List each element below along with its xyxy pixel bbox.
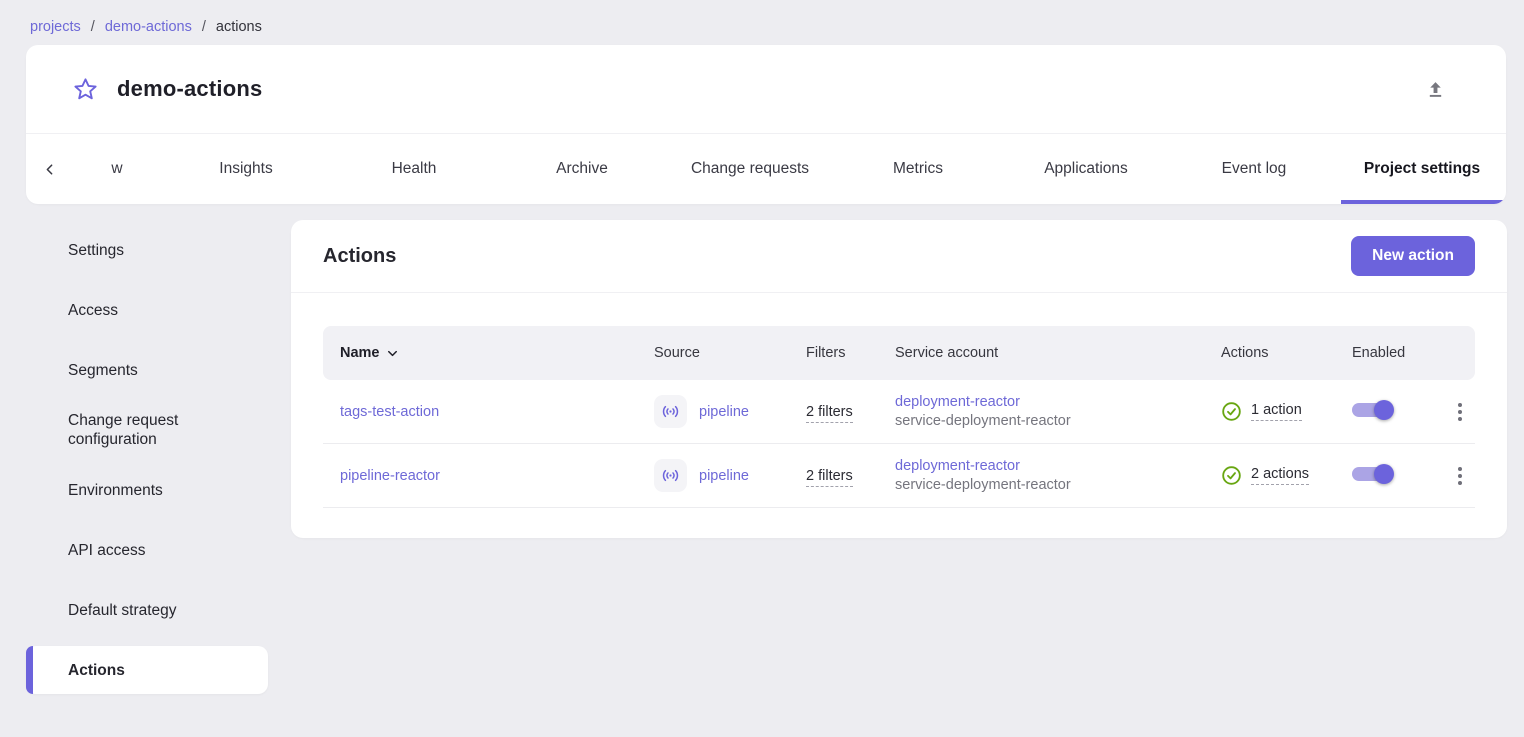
source-link[interactable]: pipeline — [699, 404, 749, 420]
sidebar-item-default-strategy[interactable]: Default strategy — [26, 580, 268, 640]
tab-insights[interactable]: Insights — [162, 134, 330, 204]
row-menu-button[interactable] — [1452, 397, 1468, 427]
kebab-menu-icon — [1458, 403, 1462, 421]
row-menu-button[interactable] — [1452, 461, 1468, 491]
breadcrumb-separator: / — [91, 19, 95, 35]
sidebar-item-api-access[interactable]: API access — [26, 520, 268, 580]
column-header-filters: Filters — [806, 345, 895, 361]
page-title: demo-actions — [117, 76, 1419, 102]
table-row: tags-test-action pipeline 2 filters — [323, 380, 1475, 444]
toggle-thumb — [1374, 400, 1394, 420]
source-link[interactable]: pipeline — [699, 468, 749, 484]
service-account-id: service-deployment-reactor — [895, 477, 1071, 493]
service-account-link[interactable]: deployment-reactor — [895, 458, 1020, 474]
sidebar-item-segments[interactable]: Segments — [26, 340, 268, 400]
signal-icon — [654, 459, 687, 492]
sidebar-item-environments[interactable]: Environments — [26, 460, 268, 520]
kebab-menu-icon — [1458, 467, 1462, 485]
service-account-link[interactable]: deployment-reactor — [895, 394, 1020, 410]
breadcrumb-separator: / — [202, 19, 206, 35]
check-circle-icon — [1221, 401, 1242, 422]
chevron-down-icon — [385, 346, 400, 361]
breadcrumb-project[interactable]: demo-actions — [105, 19, 192, 35]
tabs-scroll-left-button[interactable] — [26, 134, 72, 204]
tab-event-log[interactable]: Event log — [1170, 134, 1338, 204]
actions-panel-header: Actions New action — [291, 220, 1507, 293]
tab-archive[interactable]: Archive — [498, 134, 666, 204]
breadcrumb-projects[interactable]: projects — [30, 19, 81, 35]
check-circle-icon — [1221, 465, 1242, 486]
column-header-service-account: Service account — [895, 345, 1221, 361]
breadcrumb: projects / demo-actions / actions — [0, 0, 1524, 35]
actions-count[interactable]: 2 actions — [1251, 466, 1309, 485]
tab-metrics[interactable]: Metrics — [834, 134, 1002, 204]
filters-count[interactable]: 2 filters — [806, 404, 853, 423]
chevron-left-icon — [41, 161, 58, 178]
sidebar-item-change-request-configuration[interactable]: Change request configuration — [26, 400, 268, 460]
sidebar-item-actions[interactable]: Actions — [26, 646, 268, 694]
actions-count[interactable]: 1 action — [1251, 402, 1302, 421]
action-name-link[interactable]: pipeline-reactor — [340, 468, 440, 484]
actions-panel: Actions New action Name Source Filters S… — [291, 220, 1507, 538]
column-header-actions: Actions — [1221, 345, 1352, 361]
project-header: demo-actions — [26, 45, 1506, 133]
sidebar-item-settings[interactable]: Settings — [26, 220, 268, 280]
upload-icon — [1425, 79, 1446, 100]
tab-health[interactable]: Health — [330, 134, 498, 204]
export-button[interactable] — [1419, 73, 1452, 106]
table-header-row: Name Source Filters Service account Acti… — [323, 326, 1475, 380]
sidebar-item-access[interactable]: Access — [26, 280, 268, 340]
project-tabs: w Insights Health Archive Change request… — [26, 133, 1506, 204]
action-name-link[interactable]: tags-test-action — [340, 404, 439, 420]
service-account-id: service-deployment-reactor — [895, 413, 1071, 429]
new-action-button[interactable]: New action — [1351, 236, 1475, 276]
settings-layout: Settings Access Segments Change request … — [0, 220, 1524, 694]
breadcrumb-current: actions — [216, 19, 262, 35]
tab-applications[interactable]: Applications — [1002, 134, 1170, 204]
star-icon — [72, 76, 99, 103]
column-header-name[interactable]: Name — [340, 345, 654, 361]
settings-sidebar: Settings Access Segments Change request … — [26, 220, 268, 694]
favorite-button[interactable] — [68, 72, 103, 107]
signal-icon — [654, 395, 687, 428]
toggle-thumb — [1374, 464, 1394, 484]
table-row: pipeline-reactor pipeline 2 filters — [323, 444, 1475, 508]
filters-count[interactable]: 2 filters — [806, 468, 853, 487]
tab-project-settings[interactable]: Project settings — [1338, 134, 1506, 204]
actions-table: Name Source Filters Service account Acti… — [291, 293, 1507, 538]
column-header-enabled: Enabled — [1352, 345, 1444, 361]
project-header-card: demo-actions w Insights Health Archive C… — [26, 45, 1506, 204]
tab-change-requests[interactable]: Change requests — [666, 134, 834, 204]
enabled-toggle[interactable] — [1352, 461, 1394, 487]
tab-overview[interactable]: w — [72, 134, 162, 204]
column-header-source: Source — [654, 345, 806, 361]
panel-title: Actions — [323, 245, 1351, 268]
column-header-name-label: Name — [340, 345, 380, 361]
enabled-toggle[interactable] — [1352, 397, 1394, 423]
